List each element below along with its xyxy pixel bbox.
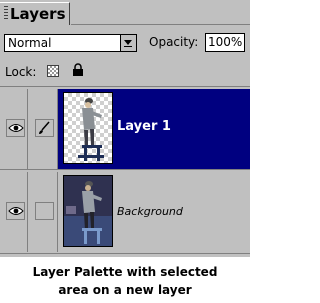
dropdown-button[interactable] xyxy=(120,35,136,51)
tab-layers[interactable]: Layers xyxy=(0,2,70,25)
layer-name[interactable]: Background xyxy=(117,205,183,218)
opacity-label: Opacity: xyxy=(149,35,199,49)
eye-icon[interactable] xyxy=(6,119,25,137)
eye-icon[interactable] xyxy=(6,202,25,220)
background-thumbnail[interactable] xyxy=(63,175,113,247)
tab-layers-label: Layers xyxy=(10,5,66,23)
visibility-cell[interactable] xyxy=(3,89,28,169)
blend-mode-value: Normal xyxy=(8,36,52,50)
caption-line-1: Layer Palette with selected xyxy=(32,265,218,279)
lock-label: Lock: xyxy=(5,65,37,79)
background-photo-image xyxy=(64,176,112,246)
chevron-down-icon xyxy=(124,40,132,45)
brush-icon[interactable] xyxy=(35,119,54,137)
layer-row-background[interactable]: Background xyxy=(0,172,250,252)
opacity-input[interactable]: 100% xyxy=(205,33,245,52)
grip-icon[interactable] xyxy=(4,6,8,21)
divider xyxy=(0,169,250,170)
divider xyxy=(0,253,250,254)
palette-tab-row: Layers xyxy=(0,0,250,25)
layer-1-thumbnail[interactable] xyxy=(63,92,113,164)
tab-row-divider xyxy=(71,24,250,25)
caption-line-2: area on a new layer xyxy=(58,283,192,297)
worker-figure-image xyxy=(78,98,104,161)
link-cell[interactable] xyxy=(29,89,58,169)
link-empty-box[interactable] xyxy=(35,202,54,220)
visibility-cell[interactable] xyxy=(3,172,28,252)
layers-palette: Layers Normal Opacity: 100% Lock: Layer … xyxy=(0,0,250,257)
blend-mode-dropdown[interactable]: Normal xyxy=(4,34,137,52)
layer-name[interactable]: Layer 1 xyxy=(117,119,171,134)
layer-row-layer-1[interactable]: Layer 1 xyxy=(0,89,250,169)
lock-transparency-icon[interactable] xyxy=(47,65,59,77)
link-cell[interactable] xyxy=(29,172,58,252)
figure-caption: Layer Palette with selected area on a ne… xyxy=(0,263,250,299)
divider xyxy=(0,86,250,87)
lock-icon[interactable] xyxy=(72,63,84,77)
